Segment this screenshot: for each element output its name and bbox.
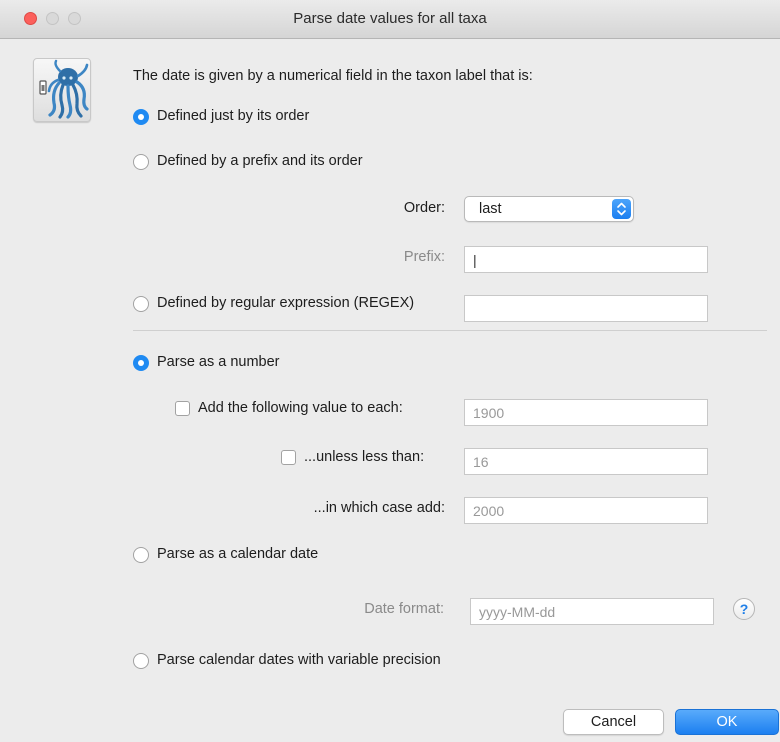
prefix-label: Prefix: [403,249,445,265]
dialog-window: Parse date values for all taxa The date … [0,0,780,742]
checkbox-unless-less[interactable] [281,450,296,465]
ok-button[interactable]: OK [675,709,779,735]
label-unless-less: ...unless less than: [304,449,425,465]
regex-field[interactable] [464,295,708,322]
divider [133,330,767,331]
unless-less-field[interactable]: 16 [464,448,708,475]
label-just-order: Defined just by its order [157,108,310,124]
chevron-updown-icon [612,199,631,219]
title-bar: Parse date values for all taxa [0,0,780,39]
label-add-value: Add the following value to each: [198,400,403,416]
radio-parse-number[interactable] [133,355,149,371]
octopus-app-icon [33,58,91,122]
label-prefix-order: Defined by a prefix and its order [157,153,363,169]
add-value-field[interactable]: 1900 [464,399,708,426]
radio-calendar-date[interactable] [133,547,149,563]
order-select-value: last [479,201,502,217]
order-label: Order: [403,200,445,216]
date-format-field[interactable]: yyyy-MM-dd [470,598,714,625]
cancel-button[interactable]: Cancel [563,709,664,735]
radio-variable-precision[interactable] [133,653,149,669]
order-select[interactable]: last [464,196,634,222]
help-icon[interactable]: ? [733,598,755,620]
date-format-label: Date format: [364,601,444,617]
label-variable-precision: Parse calendar dates with variable preci… [157,652,441,668]
radio-regex[interactable] [133,296,149,312]
radio-just-order[interactable] [133,109,149,125]
label-regex: Defined by regular expression (REGEX) [157,295,415,311]
header-text: The date is given by a numerical field i… [133,68,533,84]
case-add-field[interactable]: 2000 [464,497,708,524]
label-parse-number: Parse as a number [157,354,280,370]
label-case-add: ...in which case add: [313,500,445,516]
window-title: Parse date values for all taxa [293,10,487,27]
radio-prefix-order[interactable] [133,154,149,170]
label-calendar-date: Parse as a calendar date [157,546,319,562]
checkbox-add-value[interactable] [175,401,190,416]
prefix-field[interactable]: | [464,246,708,273]
